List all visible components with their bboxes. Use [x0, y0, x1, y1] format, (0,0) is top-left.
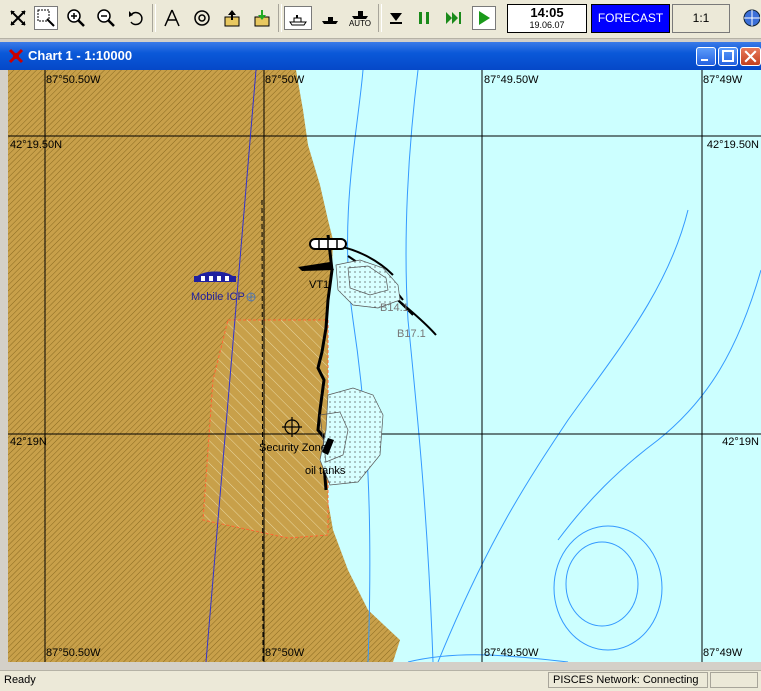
land-mass [8, 70, 400, 662]
lon-label-top-4: 87°49W [703, 74, 743, 86]
import-icon [254, 10, 270, 27]
select-tool-button[interactable] [6, 6, 30, 30]
network-status: PISCES Network: Connecting [548, 672, 708, 688]
zoom-window-button[interactable] [34, 6, 58, 30]
minimize-icon [701, 59, 708, 61]
ship-auto-button[interactable]: AUTO [346, 6, 374, 30]
target-button[interactable] [190, 6, 214, 30]
lon-label-top-1: 87°50.50W [46, 74, 101, 86]
undo-view-button[interactable] [124, 6, 148, 30]
clock-date: 19.06.07 [529, 20, 565, 30]
pause-button[interactable] [412, 6, 436, 30]
lat-label-right-1: 42°19.50N [706, 139, 759, 151]
ship-mode-icon [289, 15, 307, 26]
maximize-button[interactable] [718, 47, 738, 66]
status-text: Ready [4, 674, 36, 686]
fast-forward-button[interactable] [442, 6, 466, 30]
pause-icon [419, 12, 429, 24]
nautical-chart[interactable]: 87°50.50W 87°50W 87°49.50W 87°49W 87°50.… [8, 70, 761, 662]
globe-button[interactable] [738, 6, 761, 30]
lon-label-top-2: 87°50W [265, 74, 305, 86]
close-icon [744, 50, 757, 63]
play-icon [479, 11, 490, 25]
export-icon [224, 10, 240, 27]
scale-button[interactable]: 1:1 [672, 4, 730, 33]
lon-label-bottom-2: 87°50W [265, 647, 305, 659]
spill-area-b14 [335, 259, 401, 309]
measure-icon [164, 9, 180, 27]
security-zone-area [202, 319, 329, 539]
undo-view-icon [129, 11, 143, 26]
zoom-out-icon [97, 9, 115, 27]
stop-button[interactable] [384, 6, 408, 30]
main-toolbar: AUTO 14:05 19.06.07 FORECAST 1:1 [0, 0, 761, 39]
icp-marker-icon [246, 292, 256, 302]
status-panel-empty [710, 672, 758, 688]
b14-label[interactable]: B14.1 [380, 302, 409, 314]
depth-contours [347, 70, 761, 662]
export-button[interactable] [220, 6, 244, 30]
zoom-out-button[interactable] [94, 6, 118, 30]
ship-follow-button[interactable] [316, 6, 344, 30]
minimize-button[interactable] [696, 47, 716, 66]
zoom-in-button[interactable] [64, 6, 88, 30]
stop-icon [390, 13, 402, 24]
lon-label-top-3: 87°49.50W [484, 74, 539, 86]
maximize-icon [722, 50, 734, 62]
chart-window-titlebar[interactable]: Chart 1 - 1:10000 [0, 42, 761, 70]
ship-auto-label: AUTO [348, 19, 372, 28]
zoom-in-icon [67, 9, 85, 27]
target-icon [194, 10, 210, 26]
chart-canvas [8, 70, 761, 662]
b17-label[interactable]: B17.1 [397, 328, 426, 340]
ship-follow-icon [322, 17, 338, 24]
lat-label-right-2: 42°19N [722, 436, 759, 448]
lon-label-bottom-4: 87°49W [703, 647, 743, 659]
lon-label-bottom-1: 87°50.50W [46, 647, 101, 659]
app-icon [8, 48, 24, 64]
globe-icon [743, 9, 760, 27]
status-bar: Ready PISCES Network: Connecting [0, 670, 761, 691]
lon-label-bottom-3: 87°49.50W [484, 647, 539, 659]
clock-time: 14:05 [530, 5, 564, 20]
sim-clock: 14:05 19.06.07 [507, 4, 587, 33]
measure-button[interactable] [160, 6, 184, 30]
select-tool-icon [10, 10, 26, 26]
zoom-window-icon [37, 9, 55, 27]
lat-label-left-1: 42°19.50N [10, 139, 63, 151]
close-button[interactable] [740, 47, 761, 66]
import-button[interactable] [250, 6, 274, 30]
vt1-label[interactable]: VT1 [309, 279, 329, 291]
mobile-icp-label[interactable]: Mobile ICP [191, 291, 245, 303]
play-button[interactable] [472, 6, 496, 30]
security-zone-label[interactable]: Security Zone [259, 442, 327, 454]
oil-tanks-label[interactable]: oil tanks [305, 465, 345, 477]
ship-mode-button[interactable] [284, 6, 312, 30]
fast-forward-icon [446, 12, 461, 24]
forecast-button[interactable]: FORECAST [591, 4, 670, 33]
lat-label-left-2: 42°19N [10, 436, 47, 448]
window-title: Chart 1 - 1:10000 [28, 48, 133, 63]
